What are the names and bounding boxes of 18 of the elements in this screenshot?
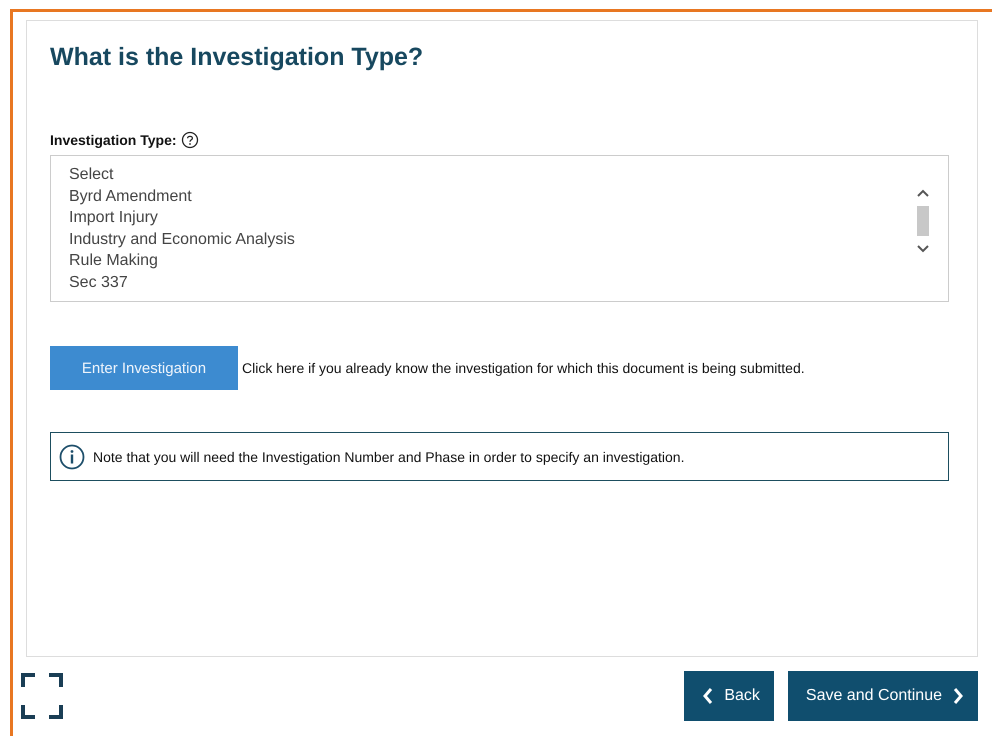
page-title: What is the Investigation Type? bbox=[50, 42, 424, 73]
fullscreen-icon[interactable] bbox=[21, 673, 63, 719]
back-button[interactable]: Back bbox=[684, 671, 774, 721]
list-option[interactable]: Industry and Economic Analysis bbox=[69, 228, 295, 250]
list-option[interactable]: Import Injury bbox=[69, 207, 295, 228]
list-option[interactable]: Rule Making bbox=[69, 250, 295, 272]
note-text: Note that you will need the Investigation Number and Phase in order to specify an investigation. bbox=[93, 448, 684, 464]
investigation-type-list[interactable]: Select Byrd Amendment Import Injury Industry and Economic Analysis Rule Making Sec 337 bbox=[50, 155, 949, 302]
info-icon bbox=[59, 444, 85, 470]
list-option[interactable]: Select bbox=[69, 164, 295, 186]
help-icon[interactable] bbox=[180, 131, 199, 149]
list-option[interactable]: Sec 337 bbox=[69, 272, 295, 293]
save-and-continue-button[interactable]: Save and Continue bbox=[788, 671, 978, 721]
chevron-right-icon bbox=[952, 687, 964, 705]
hint-text: Click here if you already know the investigation for which this document is being submitted. bbox=[242, 360, 805, 376]
list-option[interactable]: Byrd Amendment bbox=[69, 186, 295, 207]
field-label: Investigation Type: bbox=[50, 132, 177, 148]
chevron-left-icon bbox=[702, 687, 714, 705]
